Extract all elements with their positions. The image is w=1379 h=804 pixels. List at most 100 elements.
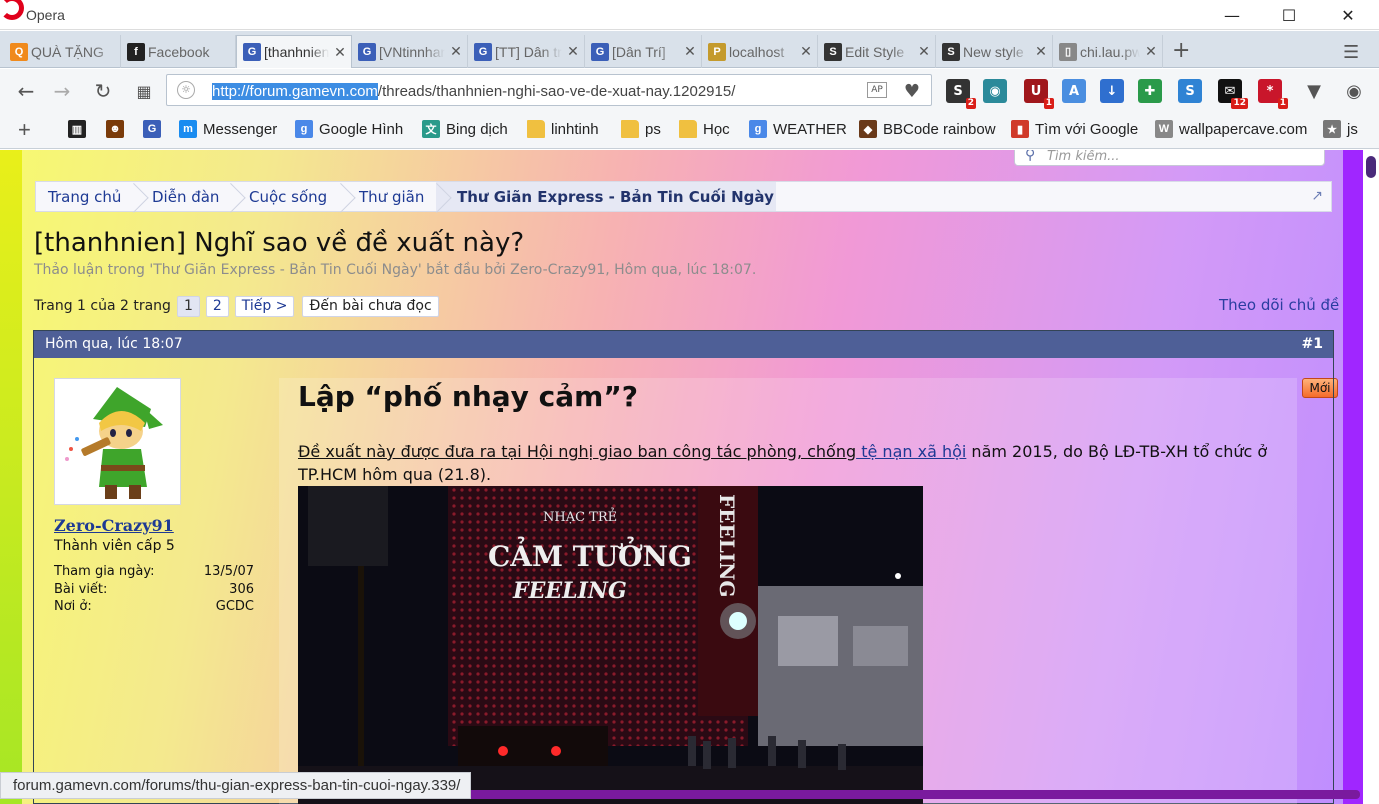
breadcrumb-item[interactable]: Trang chủ [48, 188, 121, 206]
tab-close-icon[interactable]: ✕ [795, 43, 817, 60]
tab[interactable]: Q QUÀ TẶNG [4, 35, 121, 68]
bookmark[interactable]: ☻ [106, 120, 130, 138]
breadcrumb: Trang chủ Diễn đàn Cuộc sống Thư giãn Th… [35, 181, 1332, 212]
bookmark[interactable]: ▥ [68, 120, 92, 138]
bookmark-heart-icon[interactable]: ♥ [898, 78, 926, 104]
lastpass-extension-icon[interactable]: * 1 [1258, 79, 1288, 109]
bookmark-folder[interactable]: linhtinh [527, 120, 599, 138]
page-2-button[interactable]: 2 [205, 295, 229, 317]
unread-post-button[interactable]: Đến bài chưa đọc [302, 295, 439, 317]
translate-extension-icon[interactable]: A [1062, 79, 1086, 103]
post-photo[interactable]: NHẠC TRẺ CẢM TƯỞNG FEELING FEELING [298, 486, 923, 804]
tab[interactable]: S Edit Style ✕ [818, 35, 936, 68]
bookmark[interactable]: Wwallpapercave.com [1155, 120, 1307, 138]
bookmark-icon: m [179, 120, 197, 138]
tab[interactable]: G [TT] Dân trí ✕ [468, 35, 585, 68]
breadcrumb-item[interactable]: Cuộc sống [249, 188, 327, 206]
tab-favicon-icon: f [127, 42, 145, 61]
bookmark[interactable]: 文 Bing dịch [422, 120, 508, 138]
post-permalink[interactable]: #1 [1302, 336, 1323, 352]
stat-label: Nơi ở: [54, 599, 92, 614]
bookmarks-bar: + ▥ ☻ G m Messenger g Google Hình 文 Bing dị… [0, 112, 1379, 149]
bookmark-label: WEATHER [773, 120, 847, 138]
minimize-button[interactable]: — [1209, 0, 1255, 30]
tab[interactable]: G [Dân Trí] ✕ [585, 35, 702, 68]
thread-meta: Thảo luận trong 'Thư Giãn Express - Bản … [34, 262, 757, 278]
tab-label: Facebook [148, 43, 210, 60]
mail-extension-icon[interactable]: ✉ 12 [1218, 79, 1248, 109]
page-right-border [1343, 150, 1363, 804]
bookmark[interactable]: G [143, 120, 167, 138]
scrollbar-thumb[interactable] [1366, 156, 1376, 178]
tab-close-icon[interactable]: ✕ [1030, 43, 1052, 60]
bookmark-folder[interactable]: ps [621, 120, 661, 138]
page-1-button[interactable]: 1 [176, 295, 200, 317]
tab-favicon-icon: G [358, 42, 376, 61]
bookmark[interactable]: ▮ Tìm với Google [1011, 120, 1138, 138]
tab-label: chi.lau.pw [1080, 43, 1140, 60]
download-extension-icon[interactable]: ↓ [1100, 79, 1124, 103]
post-link[interactable]: tệ nạn xã hội [856, 442, 966, 461]
address-bar[interactable]: ☼ http://forum.gamevn.com/threads/thanhn… [166, 74, 932, 106]
breadcrumb-current[interactable]: Thư Giãn Express - Bản Tin Cuối Ngày [457, 188, 774, 206]
forum-search-input[interactable]: ⚲ Tìm kiếm... [1014, 150, 1325, 166]
reader-mode-icon[interactable]: AP [867, 82, 887, 98]
photo-sign-text: FEELING [715, 494, 739, 597]
next-page-button[interactable]: Tiếp > [234, 295, 295, 317]
breadcrumb-item[interactable]: Thư giãn [359, 188, 424, 206]
tab[interactable]: f Facebook [121, 35, 236, 68]
tab-close-icon[interactable]: ✕ [679, 43, 701, 60]
spy-extension-icon[interactable]: ◉ [983, 79, 1007, 103]
tab-label: New style [963, 43, 1024, 60]
tab-close-icon[interactable]: ✕ [913, 43, 935, 60]
close-window-button[interactable]: ✕ [1325, 0, 1371, 30]
back-button[interactable]: ← [12, 78, 40, 104]
profile-icon[interactable]: ◉ [1340, 78, 1368, 104]
add-bookmark-button[interactable]: + [18, 117, 31, 143]
username-link[interactable]: Zero-Crazy91 [54, 516, 174, 535]
post-date[interactable]: Hôm qua, lúc 18:07 [45, 336, 183, 352]
ublock-extension-icon[interactable]: U1 [1024, 79, 1054, 109]
tab-close-icon[interactable]: ✕ [562, 43, 584, 60]
bookmark[interactable]: ★ js [1323, 120, 1358, 138]
reload-button[interactable]: ↻ [89, 78, 117, 104]
tab-close-icon[interactable]: ✕ [329, 44, 351, 61]
maximize-button[interactable]: ☐ [1266, 0, 1312, 30]
tab[interactable]: G [thanhnien] ✕ [236, 35, 352, 68]
tab-menu-icon[interactable]: ☰ [1343, 42, 1359, 63]
tab-label: Edit Style [845, 43, 905, 60]
stat-label: Tham gia ngày: [54, 564, 155, 579]
tab[interactable]: P localhost ✕ [702, 35, 818, 68]
speed-dial-grid-icon[interactable]: ▦ [130, 78, 158, 104]
forward-button[interactable]: → [48, 78, 76, 104]
url-text[interactable]: http://forum.gamevn.com/threads/thanhnie… [212, 83, 735, 100]
bookmark-folder[interactable]: Học [679, 120, 730, 138]
tab-label: [TT] Dân trí [495, 43, 562, 60]
tab[interactable]: G [VNtinnhanh] ✕ [352, 35, 468, 68]
bookmark[interactable]: ◆ BBCode rainbow [859, 120, 996, 138]
bookmark-label: Học [703, 120, 730, 138]
bookmark[interactable]: m Messenger [179, 120, 277, 138]
bookmark-icon: ◆ [859, 120, 877, 138]
stat-value: 13/5/07 [203, 564, 254, 579]
new-tab-button[interactable]: + [1172, 38, 1190, 63]
bookmark[interactable]: g Google Hình [295, 120, 403, 138]
tab-favicon-icon: G [591, 42, 609, 61]
popout-icon[interactable]: ↗ [1311, 188, 1323, 204]
site-info-icon[interactable]: ☼ [177, 81, 195, 99]
avatar[interactable] [54, 378, 181, 505]
bookmark-icon: ▮ [1011, 120, 1029, 138]
stylus-extension-icon[interactable]: S [1178, 79, 1202, 103]
tab[interactable]: ▯ chi.lau.pw ✕ [1053, 35, 1163, 68]
tab[interactable]: S New style ✕ [936, 35, 1053, 68]
scrollbar[interactable] [1363, 150, 1379, 804]
tab-close-icon[interactable]: ✕ [1140, 43, 1162, 60]
follow-thread-link[interactable]: Theo dõi chủ đề [1219, 296, 1339, 314]
breadcrumb-item[interactable]: Diễn đàn [152, 188, 219, 206]
bookmark[interactable]: g WEATHER [749, 120, 847, 138]
stylish-extension-icon[interactable]: S2 [946, 79, 976, 109]
tab-close-icon[interactable]: ✕ [445, 43, 467, 60]
save-extension-icon[interactable]: ✚ [1138, 79, 1162, 103]
page-viewport: ⚲ Tìm kiếm... Trang chủ Diễn đàn Cuộc số… [0, 150, 1379, 804]
downloads-icon[interactable]: ▼ [1300, 78, 1328, 104]
